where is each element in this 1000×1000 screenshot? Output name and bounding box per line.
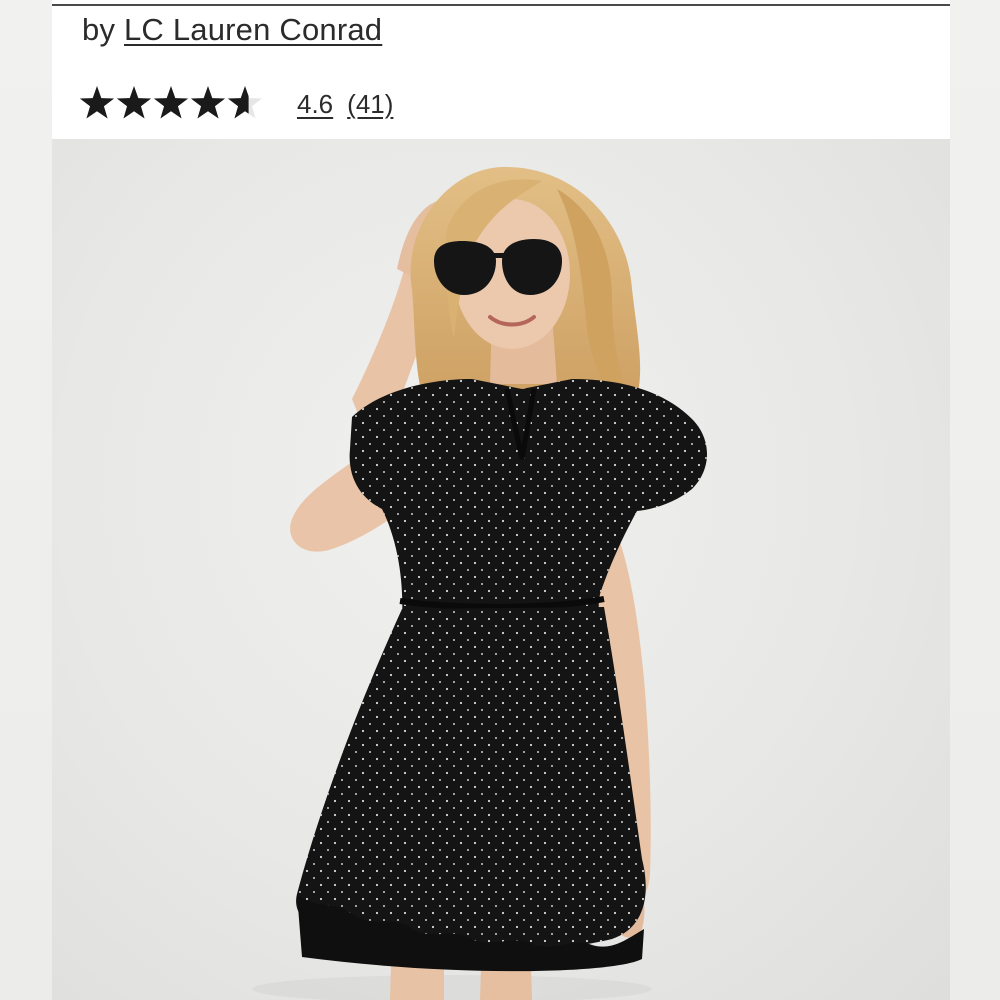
- stars-icon: [79, 86, 262, 119]
- by-label: by: [82, 12, 116, 47]
- rating-row: 4.6 (41): [79, 82, 393, 126]
- star-filled-icon: [79, 86, 115, 119]
- star-filled-icon: [153, 86, 189, 119]
- review-count-link[interactable]: (41): [347, 89, 393, 120]
- left-gutter: [0, 0, 52, 1000]
- right-gutter: [950, 0, 1000, 1000]
- brand-link[interactable]: LC Lauren Conrad: [124, 12, 382, 47]
- rating-value-link[interactable]: 4.6: [297, 89, 333, 120]
- product-photo[interactable]: [52, 139, 950, 1000]
- product-header: by LC Lauren Conrad 4.6 (41): [52, 0, 950, 139]
- star-filled-icon: [116, 86, 152, 119]
- brand-byline: by LC Lauren Conrad: [82, 12, 382, 48]
- model-illustration: [252, 166, 707, 1000]
- divider: [52, 4, 950, 6]
- star-rating: [79, 84, 262, 124]
- star-filled-icon: [190, 86, 226, 119]
